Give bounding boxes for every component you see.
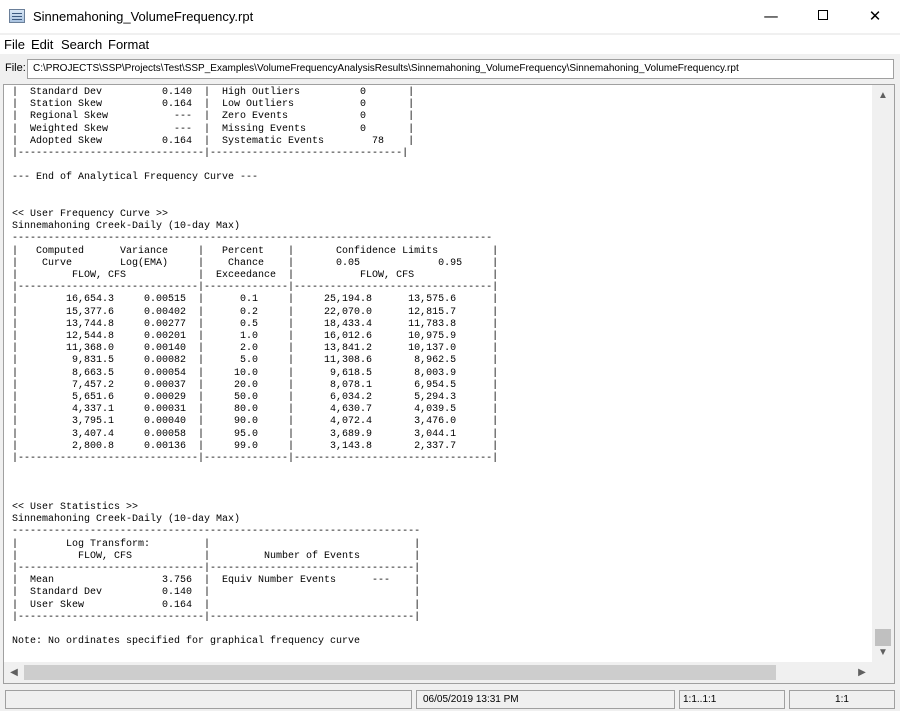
report-line: | Regional Skew --- | Zero Events 0 | [12,111,415,123]
report-line: | Log Transform: | | [12,538,421,550]
scroll-down-icon[interactable]: ▼ [872,643,894,662]
maximize-button[interactable] [800,0,846,33]
status-message [5,690,412,709]
minimize-button[interactable]: — [748,0,794,33]
report-line: | Weighted Skew --- | Missing Events 0 | [12,123,415,135]
report-line: | Mean 3.756 | Equiv Number Events --- | [12,575,421,587]
report-line: | 12,544.8 0.00201 | 1.0 | 16,012.6 10,9… [12,331,499,343]
window-title: Sinnemahoning_VolumeFrequency.rpt [33,9,254,24]
file-label: File: [5,62,26,74]
report-line: | 5,651.6 0.00029 | 50.0 | 6,034.2 5,294… [12,392,499,404]
report-line: | 3,795.1 0.00040 | 90.0 | 4,072.4 3,476… [12,416,499,428]
scroll-up-icon[interactable]: ▲ [872,85,894,107]
menu-file[interactable]: File [4,37,25,52]
report-line: |-------------------------------|-------… [12,148,409,160]
scroll-left-icon[interactable]: ◀ [4,662,24,683]
report-line: |------------------------------|--------… [12,453,499,465]
vertical-scrollbar[interactable]: ▲ ▼ [872,85,894,662]
menu-format[interactable]: Format [108,37,149,52]
status-bar: 06/05/2019 13:31 PM 1:1..1:1 1:1 [0,688,900,711]
status-cursor-position: 1:1 [789,690,895,709]
report-line: | User Skew 0.164 | | [12,599,421,611]
report-line: | Adopted Skew 0.164 | Systematic Events… [12,135,415,147]
file-path-row: File: C:\PROJECTS\SSP\Projects\Test\SSP_… [0,57,900,81]
report-line: | 9,831.5 0.00082 | 5.0 | 11,308.6 8,962… [12,355,499,367]
report-line: | 16,654.3 0.00515 | 0.1 | 25,194.8 13,5… [12,294,499,306]
report-line: | 7,457.2 0.00037 | 20.0 | 8,078.1 6,954… [12,379,499,391]
close-button[interactable]: ✕ [852,0,898,33]
maximize-icon [818,10,828,20]
report-line: << User Frequency Curve >> [12,209,169,221]
report-line: | 15,377.6 0.00402 | 0.2 | 22,070.0 12,8… [12,306,499,318]
menu-bar: File Edit Search Format [0,35,900,54]
report-line: | Standard Dev 0.140 | | [12,587,421,599]
report-line: --- End of Analytical Frequency Curve --… [12,172,259,184]
menu-search[interactable]: Search [61,37,102,52]
report-line: | 8,663.5 0.00054 | 10.0 | 9,618.5 8,003… [12,367,499,379]
report-line: |-------------------------------|-------… [12,562,421,574]
report-text: | Standard Dev 0.140 | High Outliers 0 |… [12,87,498,648]
report-line: Note: No ordinates specified for graphic… [12,636,361,648]
report-line: |------------------------------|--------… [12,282,499,294]
report-line: | Curve Log(EMA) | Chance | 0.05 0.95 | [12,257,499,269]
report-line: Sinnemahoning Creek-Daily (10-day Max) [12,221,241,233]
horizontal-scroll-thumb[interactable] [24,665,776,680]
report-line: | 2,800.8 0.00136 | 99.0 | 3,143.8 2,337… [12,440,499,452]
status-datetime: 06/05/2019 13:31 PM [416,690,675,709]
report-app-icon [9,9,25,23]
scrollbar-corner [872,662,894,683]
title-bar: Sinnemahoning_VolumeFrequency.rpt — ✕ [0,0,900,33]
report-line: | FLOW, CFS | Number of Events | [12,550,421,562]
report-line: | 11,368.0 0.00140 | 2.0 | 13,841.2 10,1… [12,343,499,355]
report-line: | 3,407.4 0.00058 | 95.0 | 3,689.9 3,044… [12,428,499,440]
report-line: ----------------------------------------… [12,526,421,538]
report-line: | Computed Variance | Percent | Confiden… [12,245,499,257]
report-line: | FLOW, CFS | Exceedance | FLOW, CFS | [12,270,499,282]
file-path-field[interactable]: C:\PROJECTS\SSP\Projects\Test\SSP_Exampl… [27,59,894,79]
report-text-area[interactable]: | Standard Dev 0.140 | High Outliers 0 |… [4,85,872,662]
report-line: | Station Skew 0.164 | Low Outliers 0 | [12,99,415,111]
scroll-right-icon[interactable]: ▶ [852,662,872,683]
status-selection-range: 1:1..1:1 [679,690,785,709]
report-line: << User Statistics >> [12,501,139,513]
report-viewer: | Standard Dev 0.140 | High Outliers 0 |… [3,84,895,684]
horizontal-scrollbar[interactable]: ◀ ▶ [4,662,872,683]
menu-edit[interactable]: Edit [31,37,53,52]
report-line: |-------------------------------|-------… [12,611,421,623]
report-line: | Standard Dev 0.140 | High Outliers 0 | [12,87,415,98]
report-line: ----------------------------------------… [12,233,493,245]
report-line: | 4,337.1 0.00031 | 80.0 | 4,630.7 4,039… [12,404,499,416]
report-line: Sinnemahoning Creek-Daily (10-day Max) [12,514,241,526]
report-line: | 13,744.8 0.00277 | 0.5 | 18,433.4 11,7… [12,318,499,330]
